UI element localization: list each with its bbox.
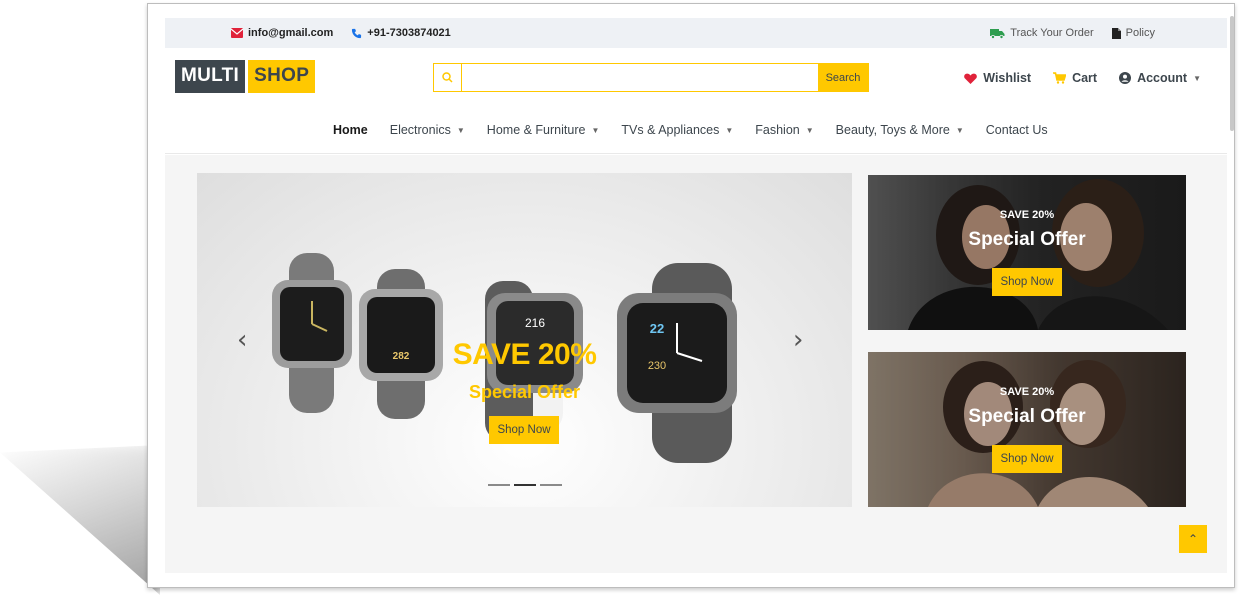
email-contact[interactable]: info@gmail.com bbox=[231, 27, 333, 39]
watch-face-text-1: 216 bbox=[525, 316, 545, 330]
phone-text: +91-7303874021 bbox=[367, 27, 451, 39]
carousel-offer-text: Special Offer bbox=[468, 382, 581, 402]
site-logo[interactable]: MULTI SHOP bbox=[175, 60, 316, 93]
nav-item-electronics[interactable]: Electronics ▼ bbox=[390, 123, 465, 137]
back-to-top-button[interactable]: ⌃ bbox=[1179, 525, 1207, 553]
hero-carousel[interactable]: 282 216 22 230 ‹ › SAVE 20% Special Offe… bbox=[197, 173, 852, 507]
nav-item-label: Contact Us bbox=[985, 123, 1048, 137]
main-nav: Home Electronics ▼ Home & Furniture ▼ TVs & A… bbox=[333, 123, 1048, 137]
wishlist-label: Wishlist bbox=[983, 71, 1032, 85]
nav-item-label: TVs & Appliances bbox=[621, 123, 720, 137]
browser-page-frame: info@gmail.com +91-7303874021 Track Your… bbox=[147, 3, 1235, 588]
nav-item-label: Fashion bbox=[755, 123, 800, 137]
email-text: info@gmail.com bbox=[248, 27, 334, 39]
cart-label: Cart bbox=[1072, 71, 1098, 85]
carousel-shop-now-button[interactable]: Shop Now bbox=[489, 416, 559, 444]
carousel-indicator[interactable] bbox=[488, 484, 510, 486]
promo-overlay bbox=[868, 352, 1186, 507]
logo-part-multi: MULTI bbox=[175, 60, 246, 93]
nav-item-label: Home bbox=[333, 123, 368, 137]
nav-item-beauty-toys-more[interactable]: Beauty, Toys & More ▼ bbox=[836, 123, 964, 137]
search-bar: Search bbox=[433, 63, 869, 92]
hero-section: 282 216 22 230 ‹ › SAVE 20% Special Offe… bbox=[165, 155, 1227, 573]
truck-icon bbox=[990, 28, 1005, 39]
promo-2-shop-now-button[interactable]: Shop Now bbox=[992, 445, 1062, 473]
caret-down-icon: ▼ bbox=[805, 125, 814, 135]
watch-face-text-3: 22 bbox=[650, 321, 664, 336]
caret-down-icon: ▼ bbox=[591, 125, 600, 135]
contact-group: info@gmail.com +91-7303874021 bbox=[231, 27, 451, 39]
account-menu[interactable]: Account ▼ bbox=[1119, 71, 1201, 85]
heart-icon bbox=[964, 73, 978, 84]
envelope-icon bbox=[231, 28, 243, 38]
double-chevron-up-icon: ⌃ bbox=[1187, 532, 1199, 546]
promo-2-offer-text: Special Offer bbox=[968, 406, 1086, 427]
search-icon bbox=[434, 64, 462, 91]
nav-item-tvs-appliances[interactable]: TVs & Appliances ▼ bbox=[621, 123, 733, 137]
promo-1-shop-now-button[interactable]: Shop Now bbox=[992, 268, 1062, 296]
scrollbar[interactable] bbox=[1230, 16, 1234, 131]
caret-down-icon: ▼ bbox=[725, 125, 734, 135]
top-bar: info@gmail.com +91-7303874021 Track Your… bbox=[165, 18, 1227, 48]
decorative-shadow bbox=[0, 445, 160, 595]
nav-item-home[interactable]: Home bbox=[333, 123, 368, 137]
utility-links: Track Your Order Policy bbox=[990, 27, 1155, 39]
policy-link[interactable]: Policy bbox=[1111, 27, 1155, 39]
policy-label: Policy bbox=[1125, 27, 1155, 39]
search-button[interactable]: Search bbox=[818, 64, 868, 91]
phone-contact[interactable]: +91-7303874021 bbox=[351, 27, 451, 39]
carousel-indicator-active[interactable] bbox=[514, 484, 536, 486]
promo-1-offer-text: Special Offer bbox=[968, 229, 1086, 250]
user-circle-icon bbox=[1119, 72, 1132, 84]
nav-item-home-furniture[interactable]: Home & Furniture ▼ bbox=[487, 123, 600, 137]
cart-icon bbox=[1053, 72, 1067, 84]
logo-part-shop: SHOP bbox=[248, 60, 316, 93]
carousel-indicators bbox=[488, 484, 562, 486]
caret-down-icon: ▼ bbox=[1193, 73, 1201, 83]
nav-item-label: Electronics bbox=[389, 123, 451, 137]
account-label: Account bbox=[1137, 71, 1188, 85]
wishlist-link[interactable]: Wishlist bbox=[964, 71, 1031, 85]
track-order-label: Track Your Order bbox=[1010, 27, 1094, 39]
track-order-link[interactable]: Track Your Order bbox=[990, 27, 1094, 39]
nav-item-fashion[interactable]: Fashion ▼ bbox=[755, 123, 813, 137]
cart-link[interactable]: Cart bbox=[1053, 71, 1097, 85]
document-icon bbox=[1111, 27, 1121, 39]
phone-icon bbox=[352, 28, 362, 38]
promo-2-save-text: SAVE 20% bbox=[999, 386, 1055, 398]
nav-item-label: Home & Furniture bbox=[486, 123, 586, 137]
nav-item-label: Beauty, Toys & More bbox=[835, 123, 950, 137]
promo-banner-2[interactable]: SAVE 20% Special Offer Shop Now bbox=[868, 352, 1186, 507]
promo-1-save-text: SAVE 20% bbox=[999, 209, 1055, 221]
nav-item-contact-us[interactable]: Contact Us bbox=[986, 123, 1048, 137]
promo-banner-1[interactable]: SAVE 20% Special Offer Shop Now bbox=[868, 175, 1186, 330]
site-header: MULTI SHOP Search Wishlist Cart Account … bbox=[165, 48, 1227, 154]
caret-down-icon: ▼ bbox=[456, 125, 465, 135]
header-links: Wishlist Cart Account ▼ bbox=[964, 71, 1201, 85]
carousel-indicator[interactable] bbox=[540, 484, 562, 486]
search-input[interactable] bbox=[462, 64, 818, 91]
caret-down-icon: ▼ bbox=[955, 125, 964, 135]
carousel-save-text: SAVE 20% bbox=[452, 338, 597, 371]
promo-overlay bbox=[868, 175, 1186, 330]
